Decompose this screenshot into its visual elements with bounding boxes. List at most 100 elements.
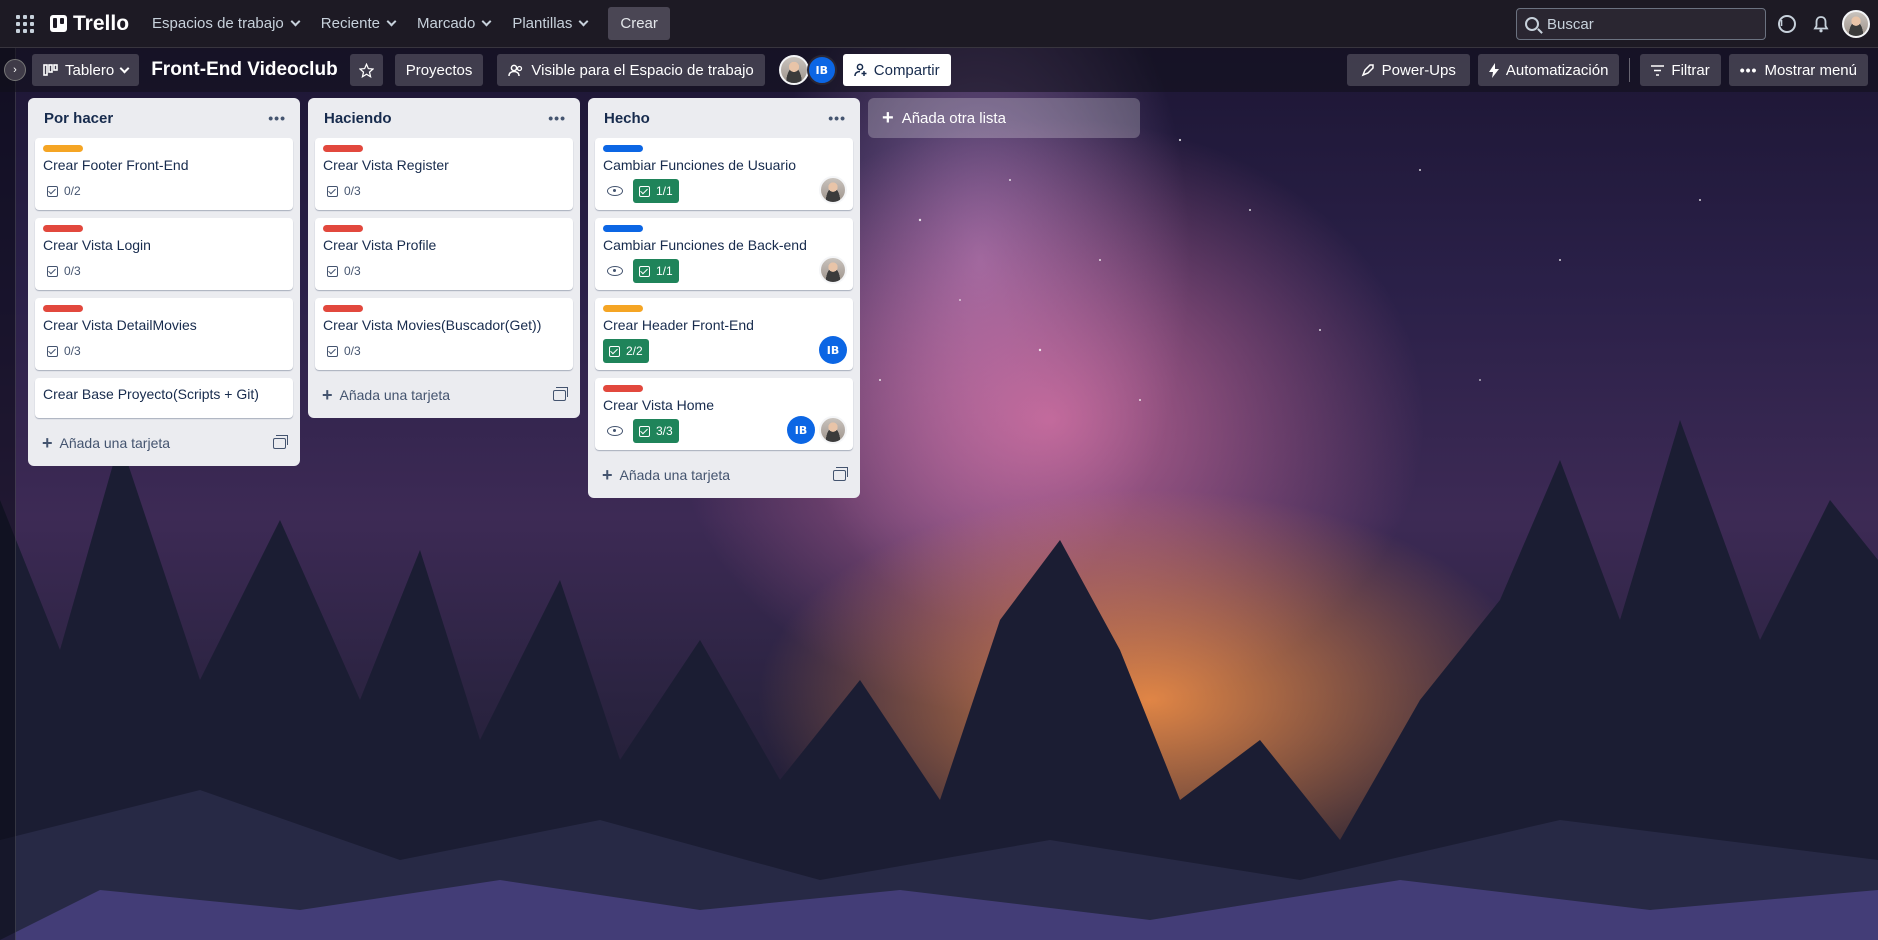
member-avatar[interactable] [819,416,847,444]
card-title: Crear Vista Login [43,237,151,253]
card-label-orange[interactable] [43,145,83,152]
bell-icon [1813,15,1829,32]
member-avatar-ib[interactable]: IB [819,336,847,364]
card-members [819,176,847,204]
member-avatar[interactable] [819,256,847,284]
list-menu-icon[interactable]: ••• [828,110,846,126]
card[interactable]: Crear Vista Login 0/3 [35,218,293,290]
share-button[interactable]: Compartir [842,54,951,86]
create-button[interactable]: Crear [608,7,670,40]
list-header[interactable]: Hecho ••• [588,98,860,138]
view-switcher-button[interactable]: Tablero [32,54,140,86]
member-avatar[interactable] [778,55,809,85]
card-badges: 0/3 [43,340,285,362]
card[interactable]: Crear Vista Movies(Buscador(Get)) 0/3 [315,298,573,370]
brand-name: Trello [73,11,130,35]
apps-grid-icon[interactable] [8,14,42,33]
filter-button[interactable]: Filtrar [1640,54,1721,86]
checklist-badge: 3/3 [633,419,679,443]
checklist-count: 1/1 [656,184,673,198]
checklist-badge: 0/3 [323,344,365,358]
menu-templates[interactable]: Plantillas [501,8,598,40]
add-list-button[interactable]: + Añada otra lista [868,98,1140,138]
card[interactable]: Crear Vista Profile 0/3 [315,218,573,290]
card-template-icon[interactable] [833,466,848,481]
checklist-badge: 1/1 [633,179,679,203]
add-card-button[interactable]: + Añada una tarjeta [322,386,450,404]
checklist-icon [639,185,650,197]
list-title[interactable]: Hecho [604,110,650,127]
card-members [819,256,847,284]
list-menu-icon[interactable]: ••• [548,110,566,126]
card[interactable]: Crear Vista Register 0/3 [315,138,573,210]
list-1: Por hacer ••• Crear Footer Front-End 0/2 Cre… [28,98,300,466]
checklist-count: 0/3 [344,264,361,278]
add-card-button[interactable]: + Añada una tarjeta [42,434,170,452]
card-label-red[interactable] [323,305,363,312]
card-badges: 1/1 [603,179,845,203]
checklist-count: 1/1 [656,264,673,278]
list-title[interactable]: Haciendo [324,110,392,127]
workspace-button[interactable]: Proyectos [394,54,484,86]
checklist-icon [609,345,620,357]
card-template-icon[interactable] [553,386,568,401]
card[interactable]: Crear Vista Home 3/3 IB [595,378,853,450]
card-label-orange[interactable] [603,305,643,312]
search-placeholder: Buscar [1547,15,1594,33]
card[interactable]: Crear Base Proyecto(Scripts + Git) [35,378,293,418]
expand-sidebar-button[interactable]: › [4,59,26,81]
visibility-button[interactable]: Visible para el Espacio de trabajo [497,54,765,86]
notifications-button[interactable] [1810,13,1832,35]
card[interactable]: Crear Header Front-End 2/2 IB [595,298,853,370]
plus-icon: + [322,385,333,405]
board-title[interactable]: Front-End Videoclub [139,59,349,81]
info-button[interactable]: i [1776,13,1798,35]
filter-label: Filtrar [1671,61,1710,79]
search-icon [1525,17,1539,31]
list-title[interactable]: Por hacer [44,110,113,127]
card-label-red[interactable] [43,305,83,312]
user-avatar[interactable] [1842,10,1870,38]
list-header[interactable]: Haciendo ••• [308,98,580,138]
add-card-row: + Añada una tarjeta [588,458,860,492]
card-label-blue[interactable] [603,145,643,152]
list-header[interactable]: Por hacer ••• [28,98,300,138]
member-avatar-ib[interactable]: IB [806,55,837,85]
star-board-button[interactable] [349,54,383,86]
trello-logo-icon [50,15,67,32]
card[interactable]: Cambiar Funciones de Back-end 1/1 [595,218,853,290]
card-badges: 0/3 [323,180,565,202]
board-view-icon [43,64,58,76]
checklist-badge: 0/3 [43,264,85,278]
card-label-red[interactable] [43,225,83,232]
card-badges: 2/2 [603,339,845,363]
card-label-red[interactable] [323,225,363,232]
card-template-icon[interactable] [273,434,288,449]
card[interactable]: Crear Footer Front-End 0/2 [35,138,293,210]
trello-logo[interactable]: Trello [42,12,141,36]
menu-workspaces[interactable]: Espacios de trabajo [141,8,310,40]
card-badges: 0/3 [43,260,285,282]
card-title: Crear Vista Home [603,397,715,413]
member-avatar-ib[interactable]: IB [787,416,815,444]
card-label-red[interactable] [603,385,643,392]
automation-button[interactable]: Automatización [1477,54,1620,86]
lightning-icon [1488,62,1499,78]
list-menu-icon[interactable]: ••• [268,110,286,126]
powerups-button[interactable]: Power-Ups [1346,54,1470,86]
card-label-red[interactable] [323,145,363,152]
automation-label: Automatización [1505,61,1609,79]
menu-recent[interactable]: Reciente [310,8,406,40]
member-avatar[interactable] [819,176,847,204]
show-menu-button[interactable]: ••• Mostrar menú [1728,54,1868,86]
share-label: Compartir [873,61,940,79]
search-input[interactable]: Buscar [1516,8,1766,40]
card-title: Cambiar Funciones de Back-end [603,237,807,253]
checklist-icon [639,425,650,437]
add-list-label: Añada otra lista [901,109,1006,127]
card[interactable]: Cambiar Funciones de Usuario 1/1 [595,138,853,210]
card-label-blue[interactable] [603,225,643,232]
card[interactable]: Crear Vista DetailMovies 0/3 [35,298,293,370]
menu-starred[interactable]: Marcado [406,8,501,40]
add-card-button[interactable]: + Añada una tarjeta [602,466,730,484]
